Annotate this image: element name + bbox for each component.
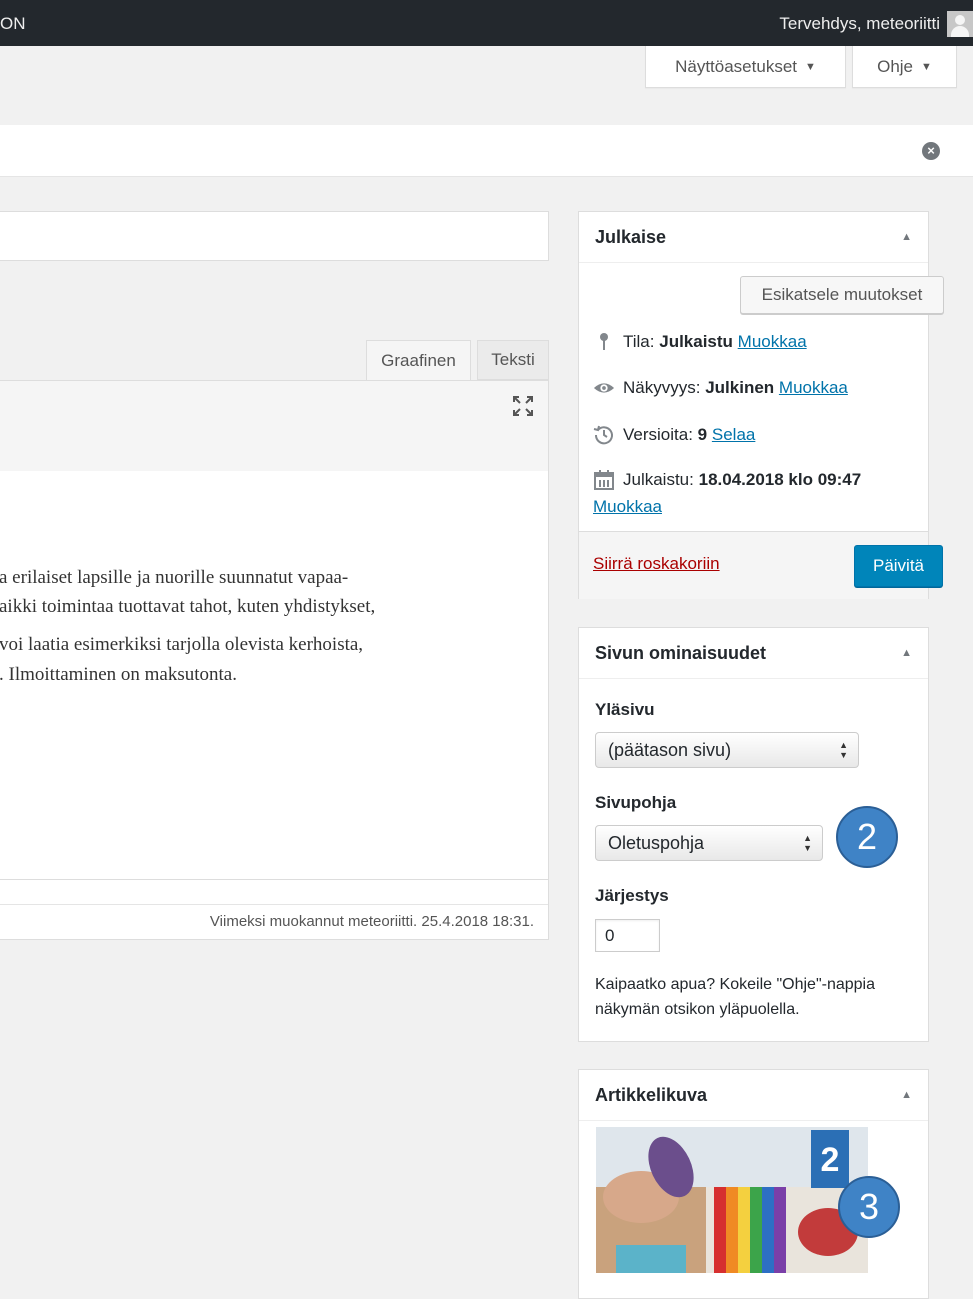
parent-select-value: (päätason sivu): [608, 739, 732, 760]
published-edit-link[interactable]: Muokkaa: [593, 497, 662, 517]
fullscreen-icon[interactable]: [512, 395, 534, 417]
revisions-browse-link[interactable]: Selaa: [712, 425, 755, 445]
featured-image-header[interactable]: Artikkelikuva ▲: [579, 1070, 928, 1121]
publish-box-header[interactable]: Julkaise ▲: [579, 212, 928, 263]
callout-badge-3: 3: [838, 1176, 900, 1238]
publish-box: Julkaise ▲ Esikatsele muutokset Tila: Ju…: [578, 211, 944, 599]
template-label: Sivupohja: [595, 793, 677, 812]
status-edit-link[interactable]: Muokkaa: [738, 332, 807, 352]
featured-image-title: Artikkelikuva: [595, 1084, 708, 1105]
order-label: Järjestys: [595, 886, 669, 905]
cup-number-label: 2: [821, 1141, 840, 1179]
tab-visual-label: Graafinen: [381, 350, 456, 370]
editor-status-bar: Viimeksi muokannut meteoriitti. 25.4.201…: [0, 879, 549, 940]
template-select[interactable]: Oletuspohja ▲ ▼: [595, 825, 823, 861]
visibility-row: Näkyvyys: Julkinen Muokkaa: [593, 377, 848, 399]
collapse-arrow-icon[interactable]: ▲: [901, 231, 912, 243]
history-icon: [593, 425, 613, 445]
callout-badge-2: 2: [836, 806, 898, 868]
featured-image-thumbnail[interactable]: 2: [596, 1127, 868, 1273]
tab-text[interactable]: Teksti: [477, 340, 549, 380]
site-name-fragment[interactable]: ON: [0, 14, 26, 34]
status-divider: [0, 904, 548, 905]
last-edited-text: Viimeksi muokannut meteoriitti. 25.4.201…: [209, 913, 534, 930]
page-attributes-help-text: Kaipaatko apua? Kokeile "Ohje"-nappia nä…: [595, 976, 875, 1018]
status-value: Julkaistu: [659, 332, 733, 351]
admin-bar: ON Tervehdys, meteoriitti: [0, 0, 973, 46]
visibility-edit-link[interactable]: Muokkaa: [779, 378, 848, 398]
tab-text-label: Teksti: [491, 350, 535, 369]
eye-icon: [593, 383, 615, 393]
visibility-value: Julkinen: [705, 378, 775, 397]
revisions-label: Versioita:: [623, 425, 693, 444]
publish-box-title: Julkaise: [595, 226, 667, 247]
preview-changes-button[interactable]: Esikatsele muutokset: [740, 276, 944, 314]
parent-select[interactable]: (päätason sivu) ▲ ▼: [595, 732, 859, 768]
update-button-label: Päivitä: [872, 556, 925, 575]
move-to-trash-link[interactable]: Siirrä roskakoriin: [593, 554, 720, 574]
published-label: Julkaistu:: [623, 470, 694, 489]
collapse-arrow-icon[interactable]: ▲: [901, 647, 912, 659]
status-row: Tila: Julkaistu Muokkaa: [593, 331, 807, 353]
update-button[interactable]: Päivitä: [854, 545, 943, 587]
revisions-row: Versioita: 9 Selaa: [593, 424, 755, 446]
page-attributes-title: Sivun ominaisuudet: [595, 642, 767, 663]
status-label: Tila:: [623, 332, 655, 351]
pin-icon: [600, 333, 608, 350]
published-value: 18.04.2018 klo 09:47: [698, 470, 862, 489]
publish-actions: Siirrä roskakoriin Päivitä: [579, 531, 943, 599]
select-updown-icon: ▲ ▼: [839, 740, 848, 760]
help-tab-label: Ohje: [877, 56, 914, 76]
visibility-label: Näkyvyys:: [623, 378, 701, 397]
page-attributes-header[interactable]: Sivun ominaisuudet ▲: [579, 628, 928, 679]
content-line: . Ilmoittaminen on maksutonta.: [0, 664, 237, 685]
screen-options-button[interactable]: Näyttöasetukset ▼: [645, 46, 846, 88]
editor-content-area[interactable]: a erilaiset lapsille ja nuorille suunnat…: [0, 471, 549, 880]
editor-toolbar: [0, 380, 549, 472]
order-value: 0: [605, 925, 615, 945]
order-input[interactable]: 0: [595, 919, 660, 952]
tab-visual[interactable]: Graafinen: [366, 340, 471, 380]
help-tab-button[interactable]: Ohje ▼: [852, 46, 957, 88]
admin-notice: ×: [0, 125, 973, 177]
template-select-value: Oletuspohja: [608, 832, 705, 853]
content-line: a erilaiset lapsille ja nuorille suunnat…: [0, 567, 349, 588]
content-line: aikki toimintaa tuottavat tahot, kuten y…: [0, 596, 376, 617]
screen-options-label: Näyttöasetukset: [675, 56, 797, 76]
featured-image-photo: 2: [596, 1127, 868, 1273]
select-updown-icon: ▲ ▼: [803, 833, 812, 853]
calendar-icon: [594, 470, 614, 490]
dismiss-icon[interactable]: ×: [922, 142, 940, 160]
greeting-link[interactable]: Tervehdys, meteoriitti: [779, 14, 940, 34]
published-edit-row: Muokkaa: [593, 497, 662, 517]
post-title-input[interactable]: [0, 211, 549, 261]
published-row: Julkaistu: 18.04.2018 klo 09:47: [593, 469, 861, 491]
dropdown-arrow-icon: ▼: [921, 60, 932, 73]
dropdown-arrow-icon: ▼: [805, 60, 816, 73]
parent-label: Yläsivu: [595, 700, 655, 719]
preview-changes-label: Esikatsele muutokset: [761, 285, 923, 304]
collapse-arrow-icon[interactable]: ▲: [901, 1089, 912, 1101]
content-line: voi laatia esimerkiksi tarjolla olevista…: [0, 634, 364, 655]
avatar-icon[interactable]: [947, 11, 973, 37]
revisions-value: 9: [697, 425, 708, 444]
